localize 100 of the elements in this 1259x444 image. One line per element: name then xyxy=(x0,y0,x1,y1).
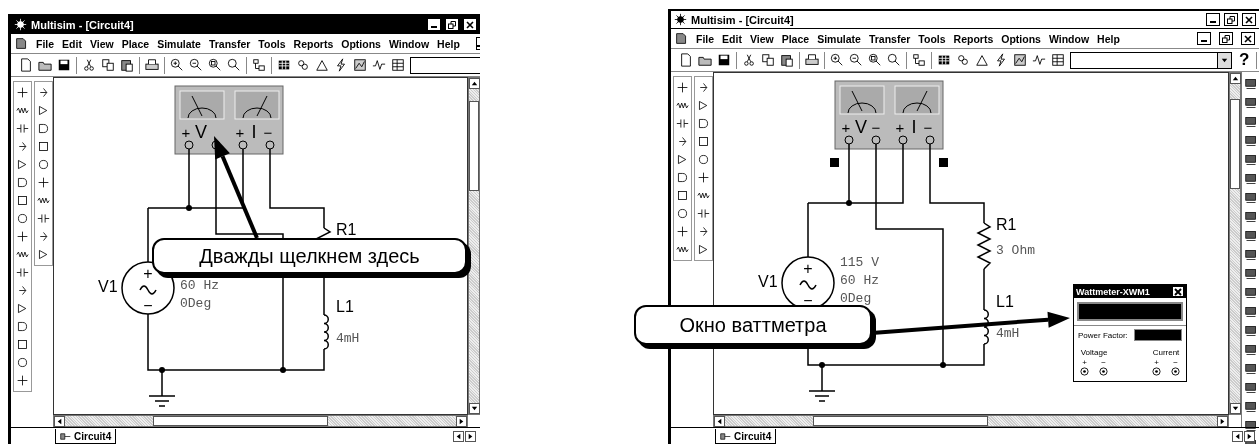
waveform-icon[interactable] xyxy=(372,58,386,72)
component-symbol-icon[interactable] xyxy=(697,207,710,220)
menu-item[interactable]: File xyxy=(696,32,715,45)
vertical-scrollbar[interactable] xyxy=(468,77,480,415)
component-symbol-icon[interactable] xyxy=(16,356,29,369)
component-icon[interactable] xyxy=(956,53,970,67)
close-button[interactable] xyxy=(1241,32,1255,45)
component-symbol-icon[interactable] xyxy=(697,135,710,148)
scrollbar-thumb[interactable] xyxy=(1230,98,1240,189)
new-page-icon[interactable] xyxy=(679,53,693,67)
component-symbol-icon[interactable] xyxy=(37,122,50,135)
new-page-icon[interactable] xyxy=(19,58,33,72)
terminal-icon[interactable] xyxy=(1099,367,1108,376)
wattmeter-window[interactable]: Wattmeter-XWM1 Power Factor: Voltage + − Current + − xyxy=(1073,284,1187,382)
component-symbol-icon[interactable] xyxy=(37,212,50,225)
component-symbol-icon[interactable] xyxy=(16,140,29,153)
menu-item[interactable]: Transfer xyxy=(208,37,251,50)
horizontal-scrollbar[interactable] xyxy=(53,415,468,427)
scroll-left-button[interactable] xyxy=(54,416,65,427)
wattmeter-symbol[interactable] xyxy=(830,80,948,167)
close-button[interactable] xyxy=(463,18,477,31)
menu-item[interactable]: Help xyxy=(437,37,460,50)
component-symbol-icon[interactable] xyxy=(676,135,689,148)
instrument-icon[interactable] xyxy=(1245,211,1257,223)
dropdown-field[interactable] xyxy=(1070,51,1232,69)
component-symbol-icon[interactable] xyxy=(676,225,689,238)
scroll-right-button[interactable] xyxy=(1217,416,1228,427)
waveform-icon[interactable] xyxy=(1032,53,1046,67)
component-symbol-icon[interactable] xyxy=(16,338,29,351)
magnifier-icon[interactable] xyxy=(868,53,882,67)
instrument-icon[interactable] xyxy=(1245,287,1257,299)
scroll-down-button[interactable] xyxy=(469,403,480,414)
tab-right-button[interactable] xyxy=(1244,430,1255,442)
menu-item[interactable]: Reports xyxy=(293,37,334,50)
hierarchy-icon[interactable] xyxy=(252,58,266,72)
component-symbol-icon[interactable] xyxy=(676,171,689,184)
scroll-up-button[interactable] xyxy=(469,78,480,89)
restore-button[interactable] xyxy=(445,18,459,31)
instrument-icon[interactable] xyxy=(1245,116,1257,128)
terminal-icon[interactable] xyxy=(1171,367,1180,376)
component-symbol-icon[interactable] xyxy=(697,81,710,94)
component-symbol-icon[interactable] xyxy=(37,230,50,243)
component-symbol-icon[interactable] xyxy=(37,104,50,117)
restore-button[interactable] xyxy=(1224,13,1238,26)
minimize-button[interactable] xyxy=(1206,13,1220,26)
menu-item[interactable]: Window xyxy=(388,37,430,50)
scrollbar-thumb[interactable] xyxy=(153,416,328,426)
terminal-icon[interactable] xyxy=(1080,367,1089,376)
component-symbol-icon[interactable] xyxy=(37,86,50,99)
menu-item[interactable]: Reports xyxy=(953,32,994,45)
grid-icon[interactable] xyxy=(937,53,951,67)
copy-icon[interactable] xyxy=(101,58,115,72)
instrument-icon[interactable] xyxy=(1245,401,1257,413)
hierarchy-icon[interactable] xyxy=(912,53,926,67)
document-tab[interactable]: Circuit4 xyxy=(715,429,777,444)
component-symbol-icon[interactable] xyxy=(16,176,29,189)
menu-item[interactable]: View xyxy=(89,37,114,50)
instrument-icon[interactable] xyxy=(1245,420,1257,432)
vertical-scrollbar[interactable] xyxy=(1229,72,1241,415)
minimize-button[interactable] xyxy=(427,18,441,31)
menu-item[interactable]: Edit xyxy=(722,32,742,45)
component-symbol-icon[interactable] xyxy=(676,81,689,94)
component-symbol-icon[interactable] xyxy=(37,140,50,153)
spreadsheet-icon[interactable] xyxy=(391,58,405,72)
scrollbar-thumb[interactable] xyxy=(813,416,988,426)
instrument-icon[interactable] xyxy=(1245,249,1257,261)
grid-icon[interactable] xyxy=(277,58,291,72)
document-tab[interactable]: Circuit4 xyxy=(55,429,117,444)
component-symbol-icon[interactable] xyxy=(16,320,29,333)
tab-right-button[interactable] xyxy=(465,430,476,442)
dropdown-button[interactable] xyxy=(1217,52,1231,68)
menu-item[interactable]: Transfer xyxy=(868,32,911,45)
tab-left-button[interactable] xyxy=(1232,430,1243,442)
instrument-icon[interactable] xyxy=(1245,192,1257,204)
component-symbol-icon[interactable] xyxy=(697,99,710,112)
menu-item[interactable]: Simulate xyxy=(817,32,861,45)
menu-item[interactable]: Tools xyxy=(918,32,946,45)
magnifier-icon[interactable] xyxy=(887,53,901,67)
component-symbol-icon[interactable] xyxy=(697,243,710,256)
wattmeter-symbol[interactable] xyxy=(174,85,284,155)
component-symbol-icon[interactable] xyxy=(16,194,29,207)
scroll-up-button[interactable] xyxy=(1230,73,1241,84)
horizontal-scrollbar[interactable] xyxy=(713,415,1229,427)
menu-item[interactable]: Simulate xyxy=(157,37,201,50)
component-symbol-icon[interactable] xyxy=(16,284,29,297)
component-symbol-icon[interactable] xyxy=(697,225,710,238)
menu-item[interactable]: Tools xyxy=(258,37,286,50)
menu-item[interactable]: View xyxy=(749,32,774,45)
component-symbol-icon[interactable] xyxy=(676,117,689,130)
lightning-icon[interactable] xyxy=(994,53,1008,67)
component-symbol-icon[interactable] xyxy=(37,158,50,171)
instrument-icon[interactable] xyxy=(1245,325,1257,337)
menu-item[interactable]: Options xyxy=(1001,32,1041,45)
component-symbol-icon[interactable] xyxy=(16,158,29,171)
component-symbol-icon[interactable] xyxy=(697,153,710,166)
printer-icon[interactable] xyxy=(805,53,819,67)
tab-left-button[interactable] xyxy=(453,430,464,442)
scrollbar-thumb[interactable] xyxy=(469,101,479,191)
instrument-icon[interactable] xyxy=(1245,230,1257,242)
component-icon[interactable] xyxy=(296,58,310,72)
